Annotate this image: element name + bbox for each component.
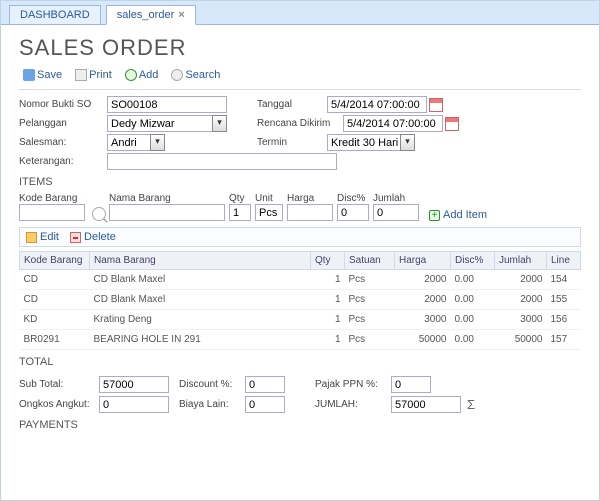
- search-icon: [171, 69, 183, 81]
- table-row[interactable]: BR0291BEARING HOLE IN 2911Pcs500000.0050…: [20, 330, 581, 350]
- pelanggan-select[interactable]: ▾: [107, 115, 227, 132]
- label-termin: Termin: [257, 137, 327, 148]
- jumlah-input[interactable]: [391, 396, 461, 413]
- subtotal-input[interactable]: [99, 376, 169, 393]
- calendar-icon[interactable]: [429, 98, 443, 112]
- print-icon: [75, 69, 87, 81]
- salesman-select[interactable]: ▾: [107, 134, 165, 151]
- label-nomor: Nomor Bukti SO: [19, 99, 107, 110]
- tabs-bar: DASHBOARD sales_order ×: [1, 1, 599, 25]
- edit-icon: [26, 232, 37, 243]
- label-salesman: Salesman:: [19, 137, 107, 148]
- filter-disc-input[interactable]: [337, 204, 369, 221]
- label-pelanggan: Pelanggan: [19, 118, 107, 129]
- delete-icon: [70, 232, 81, 243]
- delete-button[interactable]: Delete: [70, 231, 116, 243]
- filter-harga-input[interactable]: [287, 204, 333, 221]
- search-button[interactable]: Search: [167, 67, 224, 83]
- nomor-input[interactable]: [107, 96, 227, 113]
- add-button[interactable]: Add: [121, 67, 163, 83]
- close-icon[interactable]: ×: [178, 9, 184, 21]
- keterangan-input[interactable]: [107, 153, 337, 170]
- table-row[interactable]: CDCD Blank Maxel1Pcs20000.002000155: [20, 290, 581, 310]
- sigma-icon[interactable]: Σ: [467, 397, 475, 412]
- print-button[interactable]: Print: [71, 67, 116, 83]
- add-item-button[interactable]: +Add Item: [429, 209, 487, 221]
- rencana-input[interactable]: [343, 115, 443, 132]
- grid-toolbar: Edit Delete: [19, 227, 581, 247]
- ppn-input[interactable]: [391, 376, 431, 393]
- chevron-down-icon[interactable]: ▾: [400, 134, 415, 151]
- biaya-input[interactable]: [245, 396, 285, 413]
- filter-kode-input[interactable]: [19, 204, 85, 221]
- magnify-icon[interactable]: [92, 207, 106, 221]
- plus-icon: +: [429, 210, 440, 221]
- ongkos-input[interactable]: [99, 396, 169, 413]
- filter-nama-input[interactable]: [109, 204, 225, 221]
- chevron-down-icon[interactable]: ▾: [150, 134, 165, 151]
- page-title: SALES ORDER: [19, 35, 581, 61]
- label-tanggal: Tanggal: [257, 99, 327, 110]
- save-button[interactable]: Save: [19, 67, 66, 83]
- tab-label: DASHBOARD: [20, 9, 90, 21]
- tab-dashboard[interactable]: DASHBOARD: [9, 5, 101, 25]
- section-items: ITEMS: [19, 176, 581, 188]
- calendar-icon[interactable]: [445, 117, 459, 131]
- label-keterangan: Keterangan:: [19, 156, 107, 167]
- termin-select[interactable]: ▾: [327, 134, 415, 151]
- items-table: Kode Barang Nama Barang Qty Satuan Harga…: [19, 251, 581, 350]
- edit-button[interactable]: Edit: [26, 231, 59, 243]
- filter-qty-input[interactable]: [229, 204, 251, 221]
- tab-sales-order[interactable]: sales_order ×: [106, 5, 196, 25]
- chevron-down-icon[interactable]: ▾: [212, 115, 227, 132]
- table-row[interactable]: CDCD Blank Maxel1Pcs20000.002000154: [20, 270, 581, 290]
- save-icon: [23, 69, 35, 81]
- section-total: TOTAL: [19, 356, 581, 368]
- filter-unit-input[interactable]: [255, 204, 283, 221]
- tanggal-input[interactable]: [327, 96, 427, 113]
- section-payments: PAYMENTS: [19, 419, 581, 431]
- table-row[interactable]: KDKrating Deng1Pcs30000.003000156: [20, 310, 581, 330]
- tab-label: sales_order: [117, 9, 174, 21]
- filter-jumlah-input[interactable]: [373, 204, 419, 221]
- label-rencana: Rencana Dikirim: [257, 118, 343, 129]
- discount-input[interactable]: [245, 376, 285, 393]
- toolbar: Save Print Add Search: [19, 65, 581, 85]
- add-icon: [125, 69, 137, 81]
